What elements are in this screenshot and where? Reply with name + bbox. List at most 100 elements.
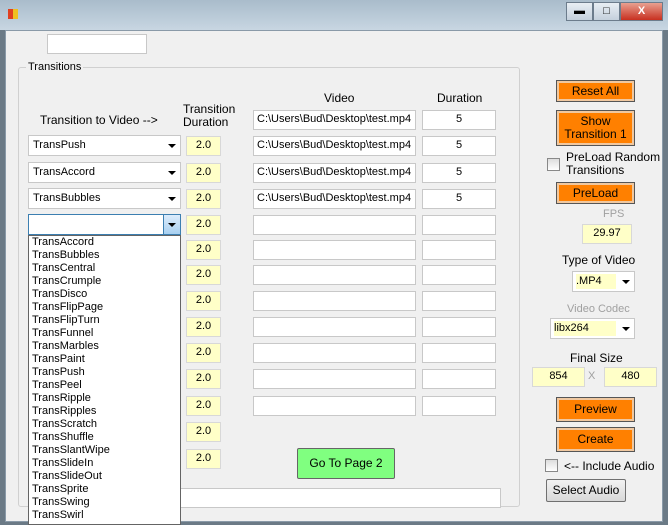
video-duration-input[interactable]: 5 [422,136,496,156]
chevron-down-icon [168,144,176,148]
app-icon [8,9,18,19]
video-path-input[interactable] [253,215,416,235]
type-of-video-label: Type of Video [562,253,636,267]
transition-value: TransAccord [33,166,95,178]
dropdown-option[interactable]: TransDisco [29,288,180,301]
dropdown-option[interactable]: TransCrumple [29,275,180,288]
include-audio-checkbox[interactable] [545,459,558,472]
transition-duration-input[interactable]: 2.0 [186,215,221,235]
video-duration-input[interactable] [422,265,496,285]
preload-random-checkbox[interactable] [547,158,560,171]
title-bar: ▬ □ X [0,0,668,30]
dropdown-option[interactable]: TransPeel [29,379,180,392]
video-duration-input[interactable]: 5 [422,110,496,130]
preload-button[interactable]: PreLoad [556,182,635,204]
dropdown-option[interactable]: TransRipples [29,405,180,418]
height-input[interactable]: 480 [604,367,657,387]
dropdown-option[interactable]: TransSlideOut [29,470,180,483]
video-path-input[interactable]: C:\Users\Bud\Desktop\test.mp4 [253,110,416,130]
dropdown-option[interactable]: TransPaint [29,353,180,366]
chevron-down-icon [622,327,630,331]
transition-duration-input[interactable]: 2.0 [186,136,221,156]
select-audio-button[interactable]: Select Audio [546,479,626,502]
create-button[interactable]: Create [556,427,635,452]
video-duration-input[interactable] [422,343,496,363]
dropdown-option[interactable]: TransRipple [29,392,180,405]
fps-label: FPS [603,208,625,220]
go-to-page-2-button[interactable]: Go To Page 2 [297,448,395,479]
width-input[interactable]: 854 [532,367,585,387]
dropdown-option[interactable]: TransFunnel [29,327,180,340]
video-duration-input[interactable] [422,291,496,311]
dropdown-option[interactable]: TransSwing [29,496,180,509]
transition-select[interactable]: TransPush [28,135,181,156]
video-path-input[interactable] [253,369,416,389]
video-duration-input[interactable]: 5 [422,189,496,209]
video-path-input[interactable] [253,291,416,311]
video-duration-input[interactable] [422,317,496,337]
th1: Transition [183,102,236,116]
video-path-input[interactable] [253,265,416,285]
transition-duration-input[interactable]: 2.0 [186,396,221,416]
video-duration-input[interactable] [422,369,496,389]
dropdown-option[interactable]: TransSwirl [29,509,180,522]
video-path-input[interactable] [253,240,416,260]
reset-all-button[interactable]: Reset All [556,80,635,102]
video-path-input[interactable] [253,343,416,363]
top-input[interactable] [47,34,147,54]
transition-duration-input[interactable]: 2.0 [186,163,221,183]
video-path-input[interactable]: C:\Users\Bud\Desktop\test.mp4 [253,136,416,156]
transition-duration-input[interactable]: 2.0 [186,291,221,311]
dropdown-option[interactable]: TransCentral [29,262,180,275]
dropdown-option[interactable]: TransSprite [29,483,180,496]
transition-duration-input[interactable]: 2.0 [186,240,221,260]
preview-button[interactable]: Preview [556,397,635,422]
dropdown-option[interactable]: TransFlipPage [29,301,180,314]
size-x-label: X [588,370,596,382]
transition-duration-input[interactable]: 2.0 [186,189,221,209]
transition-dropdown-list[interactable]: TransAccord TransBubbles TransCentral Trans… [28,235,181,525]
transition-duration-input[interactable]: 2.0 [186,422,221,442]
chevron-down-icon [622,280,630,284]
video-codec-select[interactable]: libx264 [550,318,635,339]
video-path-input[interactable]: C:\Users\Bud\Desktop\test.mp4 [253,189,416,209]
transition-select[interactable]: TransBubbles [28,188,181,209]
maximize-button[interactable]: □ [593,2,620,21]
video-duration-input[interactable] [422,240,496,260]
dropdown-option[interactable]: TransSlantWipe [29,444,180,457]
chevron-down-icon [168,171,176,175]
video-path-input[interactable]: C:\Users\Bud\Desktop\test.mp4 [253,163,416,183]
transition-duration-input[interactable]: 2.0 [186,265,221,285]
transition-duration-input[interactable]: 2.0 [186,449,221,469]
dropdown-option[interactable]: TransBubbles [29,249,180,262]
type-value: .MP4 [576,274,616,289]
dropdown-option[interactable]: TransFlipTurn [29,314,180,327]
show-transition-button[interactable]: Show Transition 1 [556,110,635,146]
dropdown-option[interactable]: TransShuffle [29,431,180,444]
type-of-video-select[interactable]: .MP4 [572,271,635,292]
transition-duration-input[interactable]: 2.0 [186,317,221,337]
transition-to-video-header: Transition to Video --> [40,113,158,127]
transition-duration-input[interactable]: 2.0 [186,369,221,389]
transition-select[interactable]: TransAccord [28,162,181,183]
dropdown-option[interactable]: TransSlideIn [29,457,180,470]
video-path-input[interactable] [253,396,416,416]
transition-select[interactable] [28,214,181,235]
close-button[interactable]: X [620,2,663,21]
dropdown-option[interactable]: TransMarbles [29,340,180,353]
video-duration-input[interactable]: 5 [422,163,496,183]
transition-duration-input[interactable]: 2.0 [186,343,221,363]
dropdown-option[interactable]: TransScratch [29,418,180,431]
preload-random-label: PreLoad Random Transitions [566,151,660,177]
bottom-input[interactable] [180,488,501,508]
dropdown-option[interactable]: TransPush [29,366,180,379]
video-header: Video [324,91,355,105]
dropdown-option[interactable]: TransAccord [29,236,180,249]
video-duration-input[interactable] [422,215,496,235]
minimize-button[interactable]: ▬ [566,2,593,21]
video-path-input[interactable] [253,317,416,337]
video-duration-input[interactable] [422,396,496,416]
fps-input[interactable]: 29.97 [582,224,632,244]
st1: Show [580,114,611,128]
transition-duration-header: Transition Duration [183,103,235,129]
